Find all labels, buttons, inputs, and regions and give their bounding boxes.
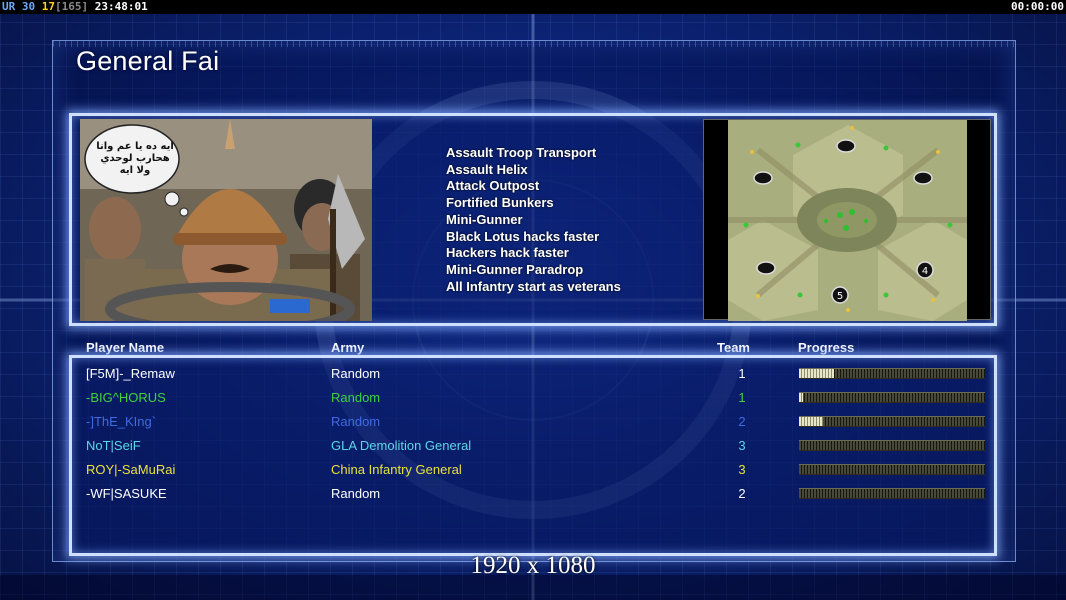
general-portrait: ايه ده يا عم وانا هحارب لوحدي ولا ايه <box>80 119 372 321</box>
player-team: 1 <box>738 366 746 381</box>
hud-ur-label: UR <box>2 0 16 13</box>
upgrade-item: Mini-Gunner <box>446 211 523 227</box>
column-header-team: Team <box>717 340 750 355</box>
general-upgrades-list: Assault Troop Transport Assault Helix At… <box>446 145 621 295</box>
player-team: 1 <box>738 390 746 405</box>
hud-fps: 17 <box>41 0 55 13</box>
player-progress-bar <box>799 488 985 499</box>
start-marker-5: 5 <box>831 286 849 304</box>
player-army: Random <box>331 390 381 405</box>
player-name: NoT|SeiF <box>86 438 141 453</box>
svg-text:4: 4 <box>922 266 928 277</box>
resolution-label: 1920 x 1080 <box>470 552 596 579</box>
column-header-army: Army <box>331 340 365 355</box>
player-team: 2 <box>738 486 746 501</box>
hud-clock: 23:48:01 <box>94 0 148 13</box>
player-progress-fill <box>799 369 835 378</box>
player-name: -]ThE_KIng` <box>86 414 157 429</box>
player-progress-bar <box>799 440 985 451</box>
upgrade-item: All Infantry start as veterans <box>446 278 621 294</box>
svg-text:5: 5 <box>837 291 843 302</box>
player-name: -WF|SASUKE <box>86 486 167 501</box>
player-army: China Infantry General <box>331 462 462 477</box>
player-army: GLA Demolition General <box>331 438 472 453</box>
portrait-speech-bubble-text: ايه ده يا عم وانا هحارب لوحدي ولا ايه <box>96 141 174 176</box>
top-hud-bar: UR 30 17[165] 23:48:01 00:00:00 <box>0 0 1066 14</box>
player-row: [F5M]-_Remaw Random 1 <box>0 366 1066 386</box>
player-team: 3 <box>738 462 746 477</box>
general-title: General Fai <box>76 46 220 76</box>
player-name: -BIG^HORUS <box>86 390 166 405</box>
player-progress-bar <box>799 464 985 475</box>
upgrade-item: Attack Outpost <box>446 178 540 194</box>
player-team: 3 <box>738 438 746 453</box>
player-name: ROY|-SaMuRai <box>86 462 176 477</box>
player-name: [F5M]-_Remaw <box>86 366 175 381</box>
player-progress-bar <box>799 416 985 427</box>
player-progress-fill <box>799 417 824 426</box>
upgrade-item: Assault Helix <box>446 161 528 177</box>
hud-ur-value: 30 <box>21 0 36 13</box>
hud-timer: 00:00:00 <box>1011 0 1064 13</box>
upgrade-item: Assault Troop Transport <box>446 145 597 160</box>
player-team: 2 <box>738 414 746 429</box>
map-preview: 4 5 <box>703 119 991 321</box>
player-army: Random <box>331 486 381 501</box>
player-row: -WF|SASUKE Random 2 <box>0 486 1066 506</box>
column-header-player-name: Player Name <box>86 340 165 355</box>
player-row: NoT|SeiF GLA Demolition General 3 <box>0 438 1066 458</box>
upgrade-item: Mini-Gunner Paradrop <box>446 261 584 277</box>
upgrade-item: Fortified Bunkers <box>446 195 554 211</box>
player-progress-bar <box>799 392 985 403</box>
player-army: Random <box>331 414 381 429</box>
player-progress-bar <box>799 368 985 379</box>
upgrade-item: Black Lotus hacks faster <box>446 228 600 244</box>
upgrade-item: Hackers hack faster <box>446 245 569 261</box>
player-row: -BIG^HORUS Random 1 <box>0 390 1066 410</box>
start-marker-4: 4 <box>916 261 934 279</box>
player-row: -]ThE_KIng` Random 2 <box>0 414 1066 434</box>
player-progress-fill <box>799 393 803 402</box>
player-army: Random <box>331 366 381 381</box>
player-row: ROY|-SaMuRai China Infantry General 3 <box>0 462 1066 482</box>
hud-bracket-value: [165] <box>55 0 89 13</box>
minimap-image: 4 5 <box>728 120 967 321</box>
column-header-progress: Progress <box>798 340 855 355</box>
